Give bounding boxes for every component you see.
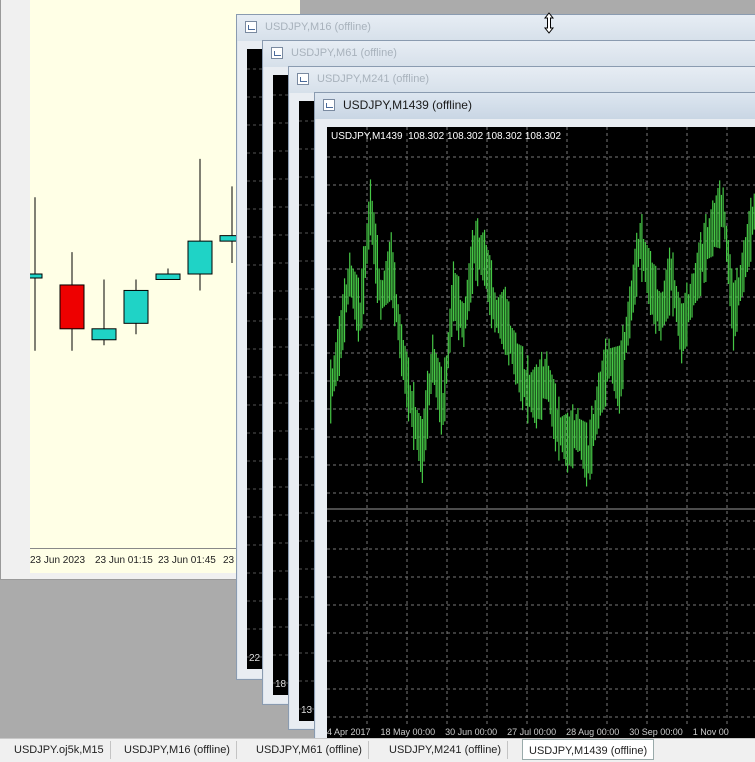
candle-body — [91, 328, 117, 341]
window-title: USDJPY,M1439 (offline) — [343, 98, 472, 112]
window-title: USDJPY,M61 (offline) — [291, 47, 397, 59]
tab-usdjpy-m16[interactable]: USDJPY,M16 (offline) — [118, 741, 237, 759]
time-tick: 13 — [301, 705, 313, 716]
price-line-chart — [327, 127, 755, 725]
time-tick: 23 Jun 01:15 — [95, 555, 153, 566]
chart-plot-m1439[interactable]: USDJPY,M1439 108.302 108.302 108.302 108… — [327, 127, 755, 743]
chart-tabs-bar: USDJPY.oj5k,M15 USDJPY,M16 (offline) USD… — [0, 738, 755, 762]
candle-body — [123, 289, 149, 324]
tab-usdjpy-m241[interactable]: USDJPY,M241 (offline) — [383, 741, 509, 759]
chart-icon — [271, 47, 283, 59]
time-tick: 23 — [223, 555, 235, 566]
chart-window-m1439[interactable]: USDJPY,M1439 (offline) USDJPY,M1439 108.… — [314, 92, 755, 743]
time-tick: 22 — [249, 653, 261, 664]
time-tick: 23 Jun 2023 — [30, 555, 86, 566]
window-titlebar[interactable]: USDJPY,M16 (offline) — [237, 15, 755, 41]
window-title: USDJPY,M241 (offline) — [317, 73, 430, 85]
candle-body — [27, 273, 43, 279]
tab-usdjpy-m15[interactable]: USDJPY.oj5k,M15 — [8, 741, 111, 759]
candle-body — [59, 284, 85, 330]
time-axis: 4 Apr 2017 18 May 00:00 30 Jun 00:00 27 … — [327, 727, 729, 737]
candle-body — [187, 240, 213, 275]
window-titlebar[interactable]: USDJPY,M1439 (offline) — [315, 93, 755, 119]
time-tick: 23 Jun 01:45 — [158, 555, 216, 566]
chart-icon — [245, 21, 257, 33]
chart-icon — [323, 99, 335, 111]
resize-cursor-icon — [543, 12, 555, 34]
window-title: USDJPY,M16 (offline) — [265, 21, 371, 33]
tab-usdjpy-m1439[interactable]: USDJPY,M1439 (offline) — [522, 739, 655, 760]
window-titlebar[interactable]: USDJPY,M241 (offline) — [289, 67, 755, 93]
window-titlebar[interactable]: USDJPY,M61 (offline) — [263, 41, 755, 67]
tab-usdjpy-m61[interactable]: USDJPY,M61 (offline) — [250, 741, 369, 759]
time-tick: 18 — [275, 679, 287, 690]
chart-header: USDJPY,M1439 108.302 108.302 108.302 108… — [331, 131, 561, 142]
chart-icon — [297, 73, 309, 85]
candle-body — [155, 273, 181, 280]
